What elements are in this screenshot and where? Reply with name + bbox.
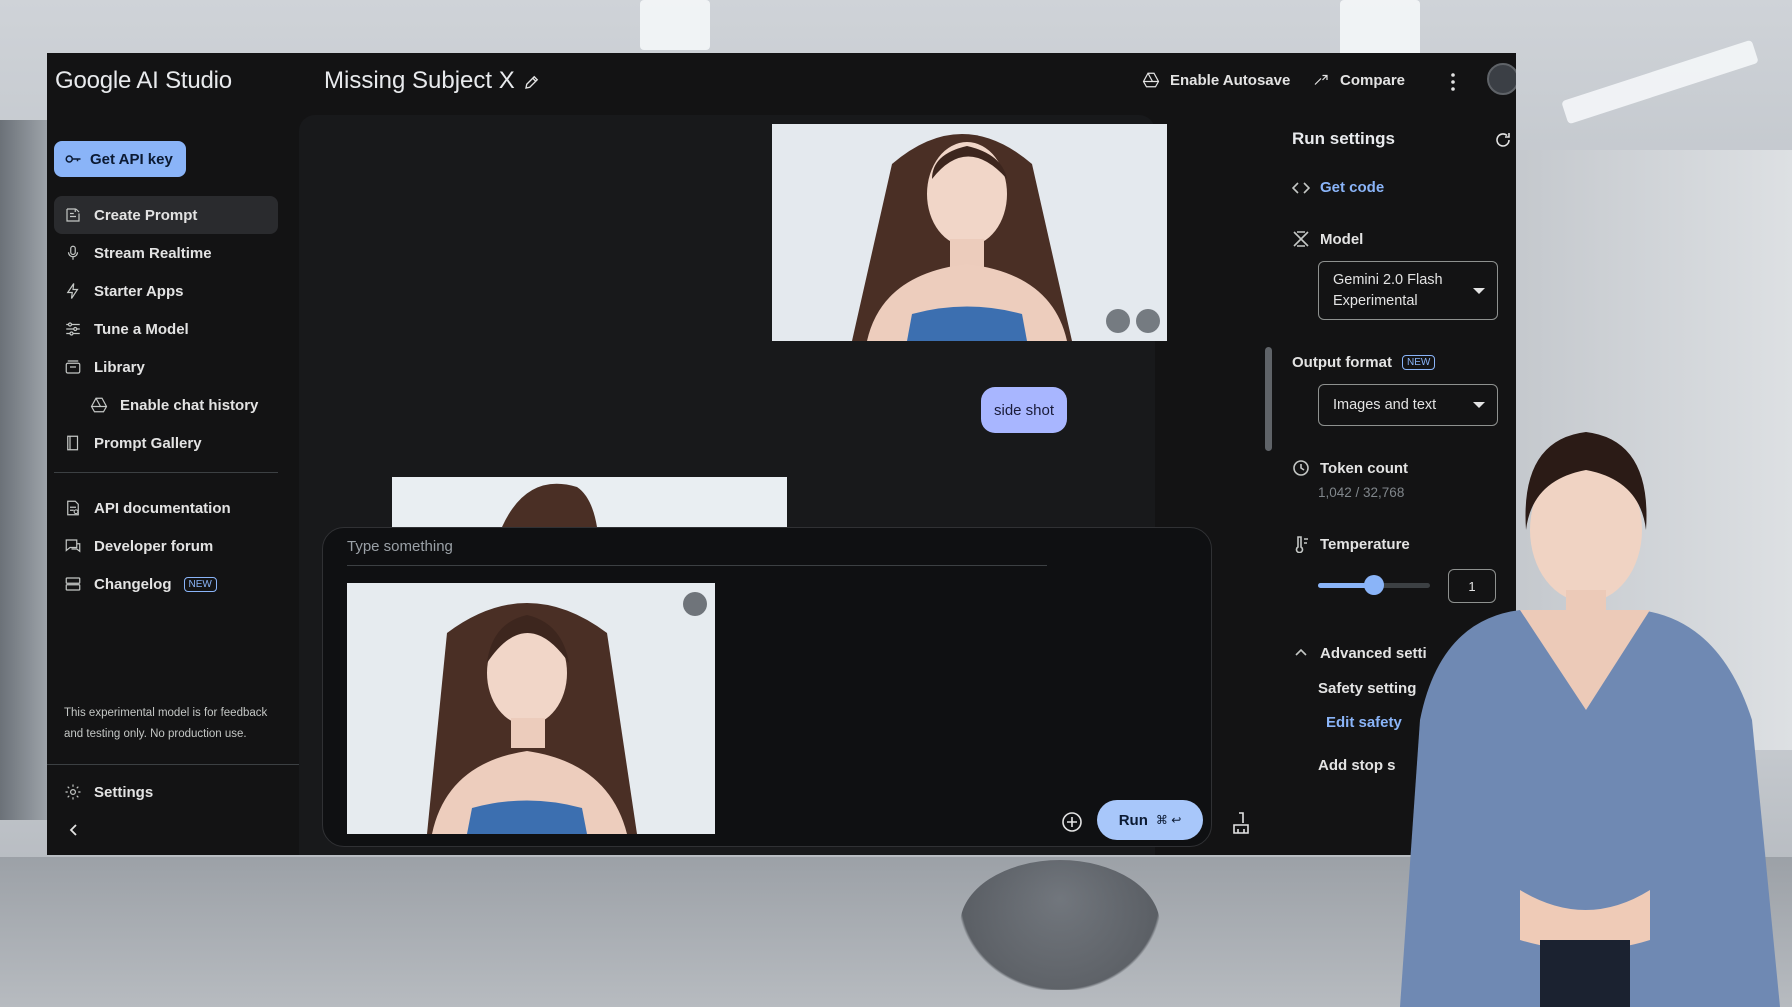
model-select[interactable]: Gemini 2.0 Flash Experimental: [1318, 261, 1498, 320]
get-code-label: Get code: [1320, 179, 1385, 196]
ai-studio-window: Google AI Studio Missing Subject X Enabl…: [47, 53, 1516, 855]
pencil-icon[interactable]: [523, 73, 541, 91]
forum-icon: [65, 539, 81, 553]
app-brand: Google AI Studio: [55, 67, 232, 94]
model-select-value: Gemini 2.0 Flash Experimental: [1333, 271, 1443, 309]
sidebar-item-label: Create Prompt: [94, 206, 198, 224]
library-icon: [65, 360, 81, 374]
gear-icon: [65, 784, 81, 800]
user-message-bubble: side shot: [981, 387, 1068, 433]
background-chair: [960, 860, 1160, 990]
output-format-value: Images and text: [1333, 397, 1437, 413]
prompt-composer: Type something Run ⌘ ↩: [322, 527, 1249, 847]
run-settings-title: Run settings: [1292, 129, 1395, 148]
sidebar-item-label: Enable chat history: [120, 396, 259, 414]
sidebar-item-prompt-gallery[interactable]: Prompt Gallery: [54, 424, 278, 462]
ceiling-light: [1561, 39, 1759, 125]
code-icon: [1292, 181, 1310, 194]
drive-icon: [90, 397, 108, 413]
sidebar-item-label: Stream Realtime: [94, 244, 212, 262]
sidebar-item-label: Prompt Gallery: [94, 434, 202, 452]
sidebar-item-enable-chat-history[interactable]: Enable chat history: [80, 386, 278, 424]
sidebar-divider: [47, 764, 299, 765]
add-circle-icon[interactable]: [1061, 811, 1083, 833]
sidebar-item-label: Tune a Model: [94, 320, 189, 338]
model-label: Model: [1320, 230, 1364, 248]
drive-icon: [1142, 72, 1160, 88]
token-icon: [1293, 460, 1309, 476]
background-window: [0, 120, 48, 820]
sidebar-item-label: API documentation: [94, 499, 231, 517]
avatar[interactable]: [1487, 63, 1516, 95]
portrait-image: [772, 124, 1167, 341]
top-bar: Google AI Studio Missing Subject X Enabl…: [47, 53, 1516, 111]
mic-icon: [67, 245, 79, 260]
sidebar-item-changelog[interactable]: Changelog NEW: [54, 565, 278, 603]
model-icon: [1293, 231, 1309, 247]
sidebar-item-api-documentation[interactable]: API documentation: [54, 489, 278, 527]
prompt-title[interactable]: Missing Subject X: [324, 67, 515, 95]
doc-icon: [67, 500, 79, 516]
enable-autosave-button[interactable]: Enable Autosave: [1142, 71, 1290, 89]
get-code-link[interactable]: Get code: [1292, 179, 1384, 196]
ceiling-light: [640, 0, 710, 50]
sidebar-item-tune-a-model[interactable]: Tune a Model: [54, 310, 278, 348]
sidebar-item-developer-forum[interactable]: Developer forum: [54, 527, 278, 565]
sidebar-item-label: Developer forum: [94, 537, 214, 555]
book-icon: [67, 435, 79, 451]
dropdown-caret-icon: [1473, 287, 1485, 294]
remove-attachment-close-icon[interactable]: [683, 592, 707, 616]
tune-icon: [66, 322, 80, 336]
model-label-row: Model: [1292, 230, 1363, 248]
sidebar-item-label: Settings: [94, 783, 154, 801]
portrait-image: [392, 477, 787, 527]
portrait-image: [347, 583, 715, 834]
changelog-icon: [65, 577, 81, 591]
thermometer-icon: [1295, 536, 1308, 553]
generated-image[interactable]: [392, 477, 787, 527]
chevron-up-icon: [1295, 648, 1307, 656]
compare-label: Compare: [1340, 71, 1406, 89]
experimental-disclaimer: This experimental model is for feedback …: [64, 707, 268, 740]
dropdown-caret-icon: [1473, 402, 1485, 408]
sidebar-item-label: Changelog: [94, 575, 172, 593]
prompt-input[interactable]: Type something: [347, 538, 1047, 566]
new-badge: NEW: [1401, 355, 1436, 370]
sidebar-item-label: Starter Apps: [94, 282, 184, 300]
new-badge: NEW: [183, 576, 217, 592]
presenter-person: [1400, 432, 1780, 1007]
run-label: Run: [1118, 811, 1148, 829]
key-icon: [65, 155, 81, 163]
chevron-left-icon[interactable]: [67, 823, 81, 837]
sidebar-item-create-prompt[interactable]: Create Prompt: [54, 196, 278, 234]
enable-autosave-label: Enable Autosave: [1170, 71, 1291, 89]
output-format-label: Output format: [1292, 354, 1392, 371]
sidebar-item-settings[interactable]: Settings: [54, 773, 278, 811]
generated-image[interactable]: [772, 124, 1167, 341]
compare-button[interactable]: Compare: [1312, 71, 1405, 89]
sidebar-item-starter-apps[interactable]: Starter Apps: [54, 272, 278, 310]
refresh-icon[interactable]: [1494, 131, 1512, 149]
create-prompt-icon: [66, 208, 80, 222]
output-format-label-row: Output format NEW: [1292, 354, 1436, 371]
download-icon[interactable]: [1106, 309, 1130, 333]
sidebar-item-stream-realtime[interactable]: Stream Realtime: [54, 234, 278, 272]
bolt-icon: [66, 283, 79, 299]
get-api-key-label: Get API key: [90, 150, 173, 168]
attached-image: [347, 583, 715, 834]
get-api-key-button[interactable]: Get API key: [54, 141, 186, 177]
compare-icon: [1314, 74, 1328, 85]
sidebar-item-label: Library: [94, 358, 145, 376]
sidebar-item-library[interactable]: Library: [54, 348, 278, 386]
sidebar-divider: [54, 472, 278, 473]
ceiling-light: [1340, 0, 1420, 60]
more-vert-icon[interactable]: [1443, 71, 1463, 93]
